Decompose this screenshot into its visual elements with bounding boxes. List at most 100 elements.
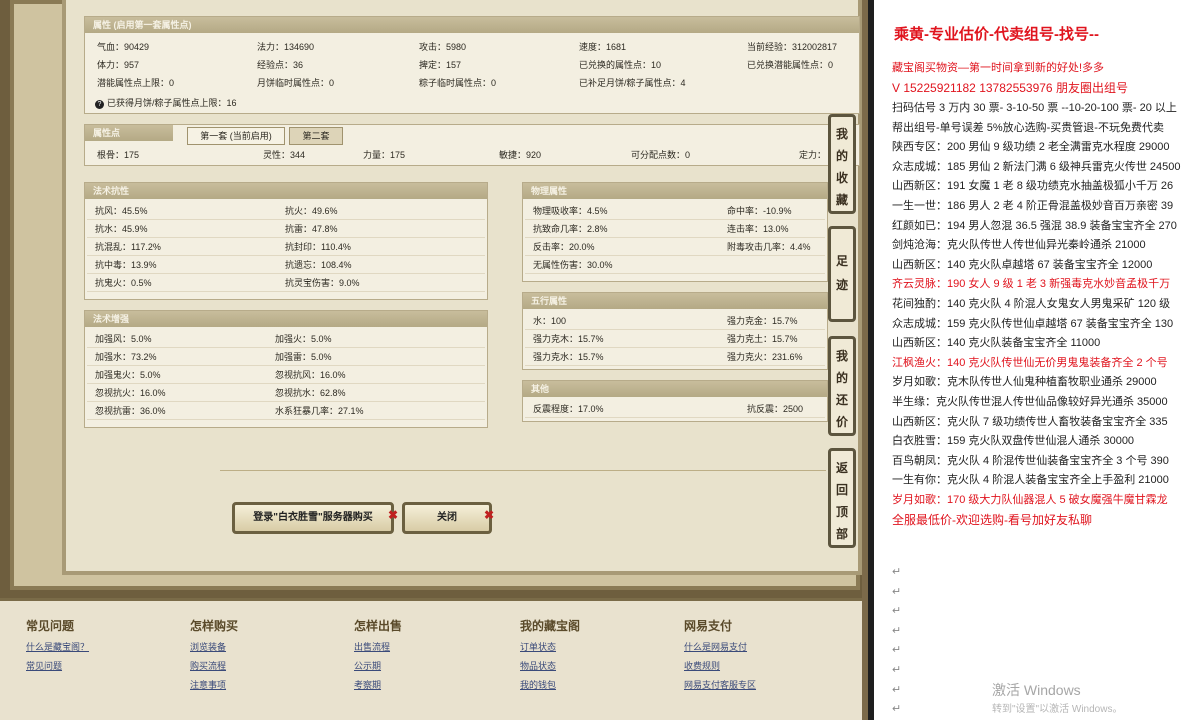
close-icon: ✖ xyxy=(388,508,399,522)
row-divider xyxy=(87,237,485,238)
attr-value: 捭定：157 xyxy=(419,60,462,70)
row-divider xyxy=(87,273,485,274)
stat-value: 抗致命几率：2.8% xyxy=(533,224,608,234)
footer-link[interactable]: 公示期 xyxy=(354,659,402,672)
footer-link[interactable]: 浏览装备 xyxy=(190,640,238,653)
stat-value: 水：100 xyxy=(533,316,567,326)
footer-title: 怎样购买 xyxy=(190,619,239,633)
tab-second-set[interactable]: 第二套 xyxy=(289,127,343,145)
attr-value: 月饼临时属性点：0 xyxy=(257,78,335,88)
doc-line: 山西新区：140 克火队卓越塔 67 装备宝宝齐全 12000 xyxy=(892,258,1153,271)
paragraph-mark: ↵ xyxy=(892,585,902,598)
row-divider xyxy=(87,219,485,220)
row-divider xyxy=(525,237,825,238)
footer-link[interactable]: 什么是网易支付 xyxy=(684,640,756,653)
other-title: 其他 xyxy=(523,381,827,397)
point-value: 敏捷：920 xyxy=(499,150,542,160)
stat-value: 强力克水：15.7% xyxy=(533,352,604,362)
attr-panel: 属性 (启用第一套属性点) 气血：90429 法力：134690 攻击：5980 速度… xyxy=(84,16,860,114)
paragraph-mark: ↵ xyxy=(892,703,902,716)
row-divider xyxy=(525,219,825,220)
footer-link[interactable]: 考察期 xyxy=(354,678,402,691)
row-divider xyxy=(525,329,825,330)
stat-value: 抗反震：2500 xyxy=(747,404,804,414)
physical-panel: 物理属性 物理吸收率：4.5% 命中率：-10.9% 抗致命几率：2.8% 连击率：1… xyxy=(522,182,828,282)
doc-line: 帮出组号-单号误差 5%放心选购-买贵管退-不玩免费代卖 xyxy=(892,121,1164,134)
footer-col-mine: 我的藏宝阁 订单状态 物品状态 我的钱包 xyxy=(520,617,580,691)
stat-value: 加强水：73.2% xyxy=(95,352,157,362)
paragraph-mark: ↵ xyxy=(892,566,902,578)
physical-title: 物理属性 xyxy=(523,183,827,199)
stat-value: 忽视抗雷：36.0% xyxy=(95,406,166,416)
help-icon: ? xyxy=(95,100,104,109)
doc-line: 剑炖沧海：克火队传世人传世仙异光秦岭通杀 21000 xyxy=(892,239,1146,252)
footer-link[interactable]: 网易支付客服专区 xyxy=(684,678,756,691)
row-divider xyxy=(525,417,825,418)
attr-value: 经验点：36 xyxy=(257,60,304,70)
doc-line: 一生一世：186 男人 2 老 4 阶正骨混盖极妙音百万亲密 39 xyxy=(892,200,1174,212)
row-divider xyxy=(87,255,485,256)
attr-value: 已补足月饼/粽子属性点：4 xyxy=(579,78,686,88)
doc-line: 扫码估号 3 万内 30 票- 3-10-50 票 --10-20-100 票-… xyxy=(892,102,1177,114)
stat-value: 连击率：13.0% xyxy=(727,224,789,234)
footer-col-faq: 常见问题 什么是藏宝阁？ 常见问题 xyxy=(26,617,89,672)
stat-value: 加强火：5.0% xyxy=(275,334,332,344)
footer-link[interactable]: 我的钱包 xyxy=(520,678,580,691)
row-divider xyxy=(525,273,825,274)
stat-value: 忽视抗风：16.0% xyxy=(275,370,346,380)
point-value: 灵性：344 xyxy=(263,150,306,160)
attr-note-text: 已获得月饼/粽子属性点上限：16 xyxy=(107,98,237,108)
stat-value: 反震程度：17.0% xyxy=(533,404,604,414)
footer-link[interactable]: 什么是藏宝阁？ xyxy=(26,640,89,653)
stat-value: 加强雷：5.0% xyxy=(275,352,332,362)
stat-value: 物理吸收率：4.5% xyxy=(533,206,608,216)
row-divider xyxy=(87,419,485,420)
footer-title: 网易支付 xyxy=(684,619,733,633)
my-bargain-button[interactable]: 我的还价 xyxy=(828,336,856,436)
footer-link[interactable]: 物品状态 xyxy=(520,659,580,672)
attr-value: 当前经验：312002817 xyxy=(747,42,838,52)
row-divider xyxy=(87,401,485,402)
row-divider xyxy=(87,365,485,366)
paragraph-mark: ↵ xyxy=(892,624,902,637)
doc-line: 半生缘：克火队传世混人传世仙品像较好异光通杀 35000 xyxy=(892,396,1168,408)
attr-value: 已兑换潜能属性点：0 xyxy=(747,60,834,70)
doc-line: 山西新区：191 女魔 1 老 8 级功绩克水抽盖极狐小千万 26 xyxy=(892,180,1174,193)
stat-value: 反击率：20.0% xyxy=(533,242,595,252)
footer-col-pay: 网易支付 什么是网易支付 收费规则 网易支付客服专区 xyxy=(684,617,756,691)
footer-link[interactable]: 购买流程 xyxy=(190,659,238,672)
point-value: 定力： xyxy=(799,150,827,160)
login-buy-button[interactable]: 登录"白衣胜雪"服务器购买 xyxy=(232,502,394,534)
doc-line: 红颜如已：194 男人忽混 36.5 强混 38.9 装备宝宝齐全 270 xyxy=(892,219,1177,232)
stat-value: 抗水：45.9% xyxy=(95,224,148,234)
doc-line: 众志成城：159 克火队传世仙卓越塔 67 装备宝宝齐全 130 xyxy=(892,317,1174,330)
footprint-label: 足迹 xyxy=(836,254,849,292)
footer-link[interactable]: 出售流程 xyxy=(354,640,402,653)
close-button[interactable]: 关闭 xyxy=(402,502,492,534)
footer-link[interactable]: 订单状态 xyxy=(520,640,580,653)
back-to-top-label: 返回顶部 xyxy=(836,461,849,541)
footer-title: 我的藏宝阁 xyxy=(520,619,581,633)
doc-line: 一生有你：克火队 4 阶混人装备宝宝齐全上手盈利 21000 xyxy=(892,474,1169,487)
magic-boost-panel: 法术增强 加强风：5.0% 加强火：5.0% 加强水：73.2% 加强雷：5.0% 加强… xyxy=(84,310,488,428)
back-to-top-button[interactable]: 返回顶部 xyxy=(828,448,856,548)
windows-activation-hint: 转到"设置"以激活 Windows。 xyxy=(992,704,1123,715)
footer-link[interactable]: 常见问题 xyxy=(26,659,89,672)
tab-first-set[interactable]: 第一套 (当前启用) xyxy=(187,127,285,145)
divider xyxy=(220,470,826,471)
my-collection-button[interactable]: 我的收藏 xyxy=(828,114,856,214)
five-elements-panel: 五行属性 水：100 强力克金：15.7% 强力克木：15.7% 强力克土：15.7%… xyxy=(522,292,828,370)
stat-value: 抗灵宝伤害：9.0% xyxy=(285,278,360,288)
footer-col-buy: 怎样购买 浏览装备 购买流程 注意事项 xyxy=(190,617,238,691)
magic-resist-panel: 法术抗性 抗风：45.5% 抗火：49.6% 抗水：45.9% 抗雷：47.8% 抗混乱… xyxy=(84,182,488,300)
footer-link[interactable]: 注意事项 xyxy=(190,678,238,691)
game-window: 属性 (启用第一套属性点) 气血：90429 法力：134690 攻击：5980 速度… xyxy=(0,0,862,720)
footprint-button[interactable]: 足迹 xyxy=(828,226,856,322)
points-panel-title: 属性点 xyxy=(85,125,173,141)
stat-value: 抗风：45.5% xyxy=(95,206,148,216)
stat-value: 命中率：-10.9% xyxy=(727,206,792,216)
attr-value: 法力：134690 xyxy=(257,42,315,52)
footer-link[interactable]: 收费规则 xyxy=(684,659,756,672)
stat-value: 强力克木：15.7% xyxy=(533,334,604,344)
doc-line: 百鸟朝凤：克火队 4 阶混传世仙装备宝宝齐全 3 个号 390 xyxy=(892,454,1169,467)
